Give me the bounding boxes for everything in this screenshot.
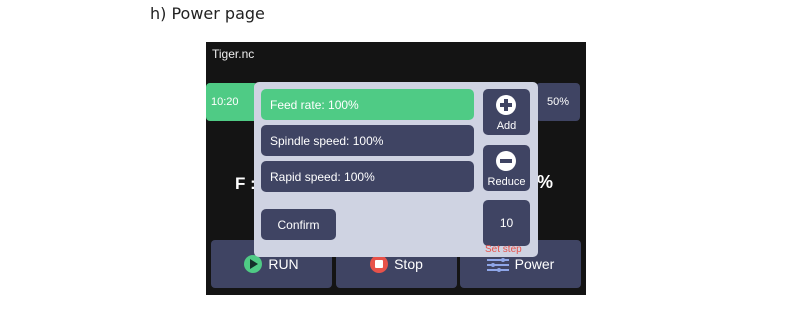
power-button-label: Power (514, 256, 555, 272)
reduce-button[interactable]: Reduce (483, 145, 530, 191)
rapid-speed-label: Rapid speed: 100% (270, 169, 375, 184)
page-caption: h) Power page (150, 4, 265, 23)
progress-percent: 50% (536, 83, 580, 121)
feed-rate-row[interactable]: Feed rate: 100% (261, 89, 474, 120)
stop-button-label: Stop (394, 256, 423, 272)
run-button-label: RUN (268, 256, 299, 272)
percent-readout-label: % (536, 172, 553, 192)
spindle-speed-label: Spindle speed: 100% (270, 133, 384, 148)
reduce-button-label: Reduce (487, 176, 526, 188)
run-play-icon (244, 255, 263, 273)
add-button-label: Add (496, 120, 517, 132)
set-step-label: Set step (485, 244, 522, 255)
add-button[interactable]: Add (483, 89, 530, 135)
confirm-button[interactable]: Confirm (261, 209, 336, 240)
power-sliders-icon (486, 257, 509, 272)
file-name: Tiger.nc (212, 47, 255, 61)
reduce-circle-icon (496, 151, 516, 171)
stop-icon (370, 255, 389, 273)
device-screen: Tiger.nc 10:20 50% F : % RUN Stop Power … (206, 42, 586, 295)
rapid-speed-row[interactable]: Rapid speed: 100% (261, 161, 474, 192)
step-value-button[interactable]: 10 (483, 200, 530, 246)
progress-time: 10:20 (206, 83, 258, 121)
power-dialog: Feed rate: 100% Spindle speed: 100% Rapi… (254, 82, 538, 257)
add-circle-icon (496, 95, 516, 115)
spindle-speed-row[interactable]: Spindle speed: 100% (261, 125, 474, 156)
feed-rate-label: Feed rate: 100% (270, 97, 359, 112)
feed-readout-label: F : (235, 174, 256, 193)
